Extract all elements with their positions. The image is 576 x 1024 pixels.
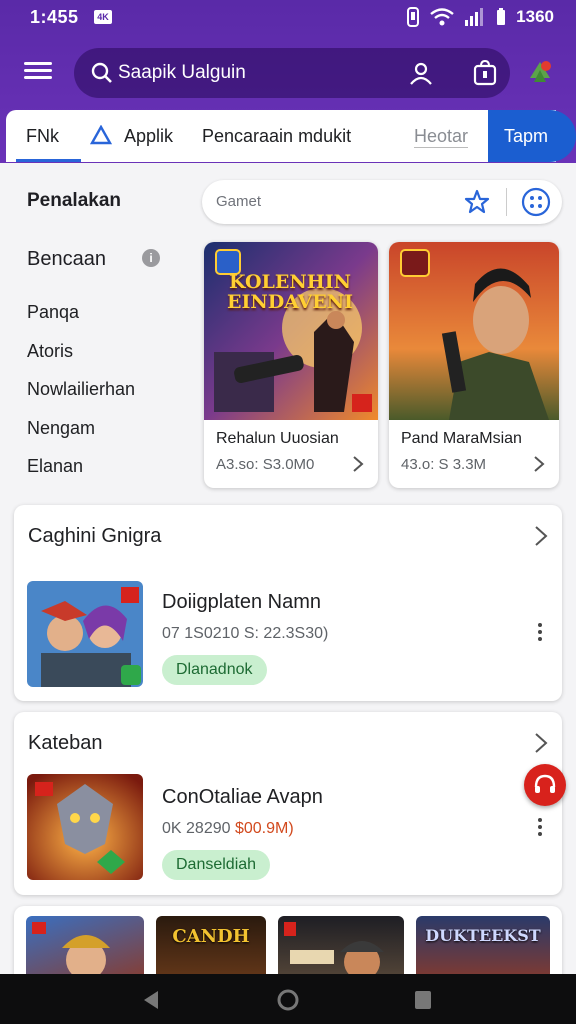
game-cover-image [204, 242, 378, 420]
featured-art-title: KOLENHIN EINDAVENI [226, 271, 354, 313]
menu-icon [24, 62, 52, 65]
game-thumbnail-title: DUKTEEKST [425, 926, 541, 945]
avatar[interactable] [524, 56, 556, 88]
tab-action-button[interactable]: Tapm [488, 110, 576, 162]
system-nav-bar [0, 974, 576, 1024]
search-icon [91, 62, 112, 83]
app-cover-image [27, 581, 143, 687]
more-options-icon[interactable] [538, 818, 542, 839]
game-thumbnail-title: CANDH [172, 926, 250, 947]
section-card: Kateban ConOtaliae Avapn 0K 28290 $00.9M… [14, 712, 562, 895]
tab-fnk[interactable]: FNk [16, 110, 81, 162]
install-button[interactable]: Danseldiah [162, 850, 271, 880]
wifi-icon [430, 8, 454, 26]
sidebar-item-nowlailierhan[interactable]: Nowlailierhan [27, 379, 135, 400]
app-thumbnail[interactable] [27, 774, 143, 880]
tab-applik-label: Applik [124, 126, 174, 146]
sidebar-subheading[interactable]: Bencaan [27, 248, 106, 271]
menu-button[interactable] [24, 58, 52, 86]
sidebar-item-nengam[interactable]: Nengam [27, 418, 95, 439]
section-title[interactable]: Kateban [28, 732, 103, 755]
app-thumbnail[interactable] [27, 581, 143, 687]
filter-input[interactable]: Gamet [216, 193, 261, 210]
signal-icon [465, 8, 484, 26]
chevron-right-icon [353, 456, 364, 472]
status-bar: 1:455 4K 1360 [0, 0, 576, 36]
install-button[interactable]: Dlanadnok [162, 655, 267, 685]
search-input[interactable]: Saapik Ualguin [118, 62, 246, 84]
sidebar-item-panqa[interactable]: Panqa [27, 302, 79, 323]
sidebar-item-elanan[interactable]: Elanan [27, 456, 83, 477]
tab-applik[interactable]: Applik [90, 110, 173, 162]
store-bag-icon[interactable] [472, 60, 498, 86]
game-cover-image [389, 242, 559, 420]
filter-bar[interactable]: Gamet [202, 180, 562, 224]
floating-help-button[interactable] [524, 764, 566, 806]
star-icon[interactable] [464, 189, 490, 215]
divider [506, 188, 507, 216]
battery-level: 1360 [516, 7, 554, 26]
chevron-right-icon[interactable] [534, 525, 548, 547]
featured-card[interactable]: Pand MaraMsian 43.o: S 3.3M [389, 242, 559, 488]
apps-grid-icon[interactable] [520, 186, 552, 218]
app-meta: 07 1S0210 S: 22.3S30) [162, 625, 329, 642]
featured-meta: 43.o: S 3.3M [401, 456, 487, 473]
more-options-icon[interactable] [538, 623, 542, 644]
tab-pencaraain[interactable]: Pencaraain mdukit [202, 110, 351, 162]
search-bar[interactable]: Saapik Ualguin [74, 48, 510, 98]
home-icon[interactable] [276, 989, 300, 1013]
status-icons: 1360 [406, 7, 554, 27]
sidebar-item-atoris[interactable]: Atoris [27, 341, 73, 362]
tab-heotar[interactable]: Heotar [414, 110, 469, 162]
nfc-icon [407, 7, 420, 27]
triangle-icon [90, 125, 112, 145]
person-icon[interactable] [408, 60, 434, 86]
app-name[interactable]: Doiigplaten Namn [162, 591, 321, 614]
battery-icon [497, 8, 506, 25]
app-cover-image [27, 774, 143, 880]
featured-title: Rehalun Uuosian [216, 430, 339, 447]
headset-icon [534, 774, 556, 793]
info-icon[interactable]: i [142, 249, 160, 267]
back-icon[interactable] [140, 989, 162, 1011]
sidebar-heading[interactable]: Penalakan [27, 190, 121, 212]
featured-meta: A3.so: S3.0M0 [216, 456, 315, 473]
section-title[interactable]: Caghini Gnigra [28, 525, 161, 548]
app-name[interactable]: ConOtaliae Avapn [162, 786, 323, 809]
recents-icon[interactable] [412, 989, 434, 1011]
status-badge: 4K [94, 10, 112, 24]
section-card: Caghini Gnigra Doiigplaten Namn 07 1S021… [14, 505, 562, 701]
app-meta: 0K 28290 $00.9M) [162, 820, 294, 837]
status-time: 1:455 [30, 7, 79, 27]
tab-bar: FNk Applik Pencaraain mdukit Heotar [6, 110, 556, 162]
featured-title: Pand MaraMsian [401, 430, 522, 447]
chevron-right-icon[interactable] [534, 732, 548, 754]
chevron-right-icon [534, 456, 545, 472]
